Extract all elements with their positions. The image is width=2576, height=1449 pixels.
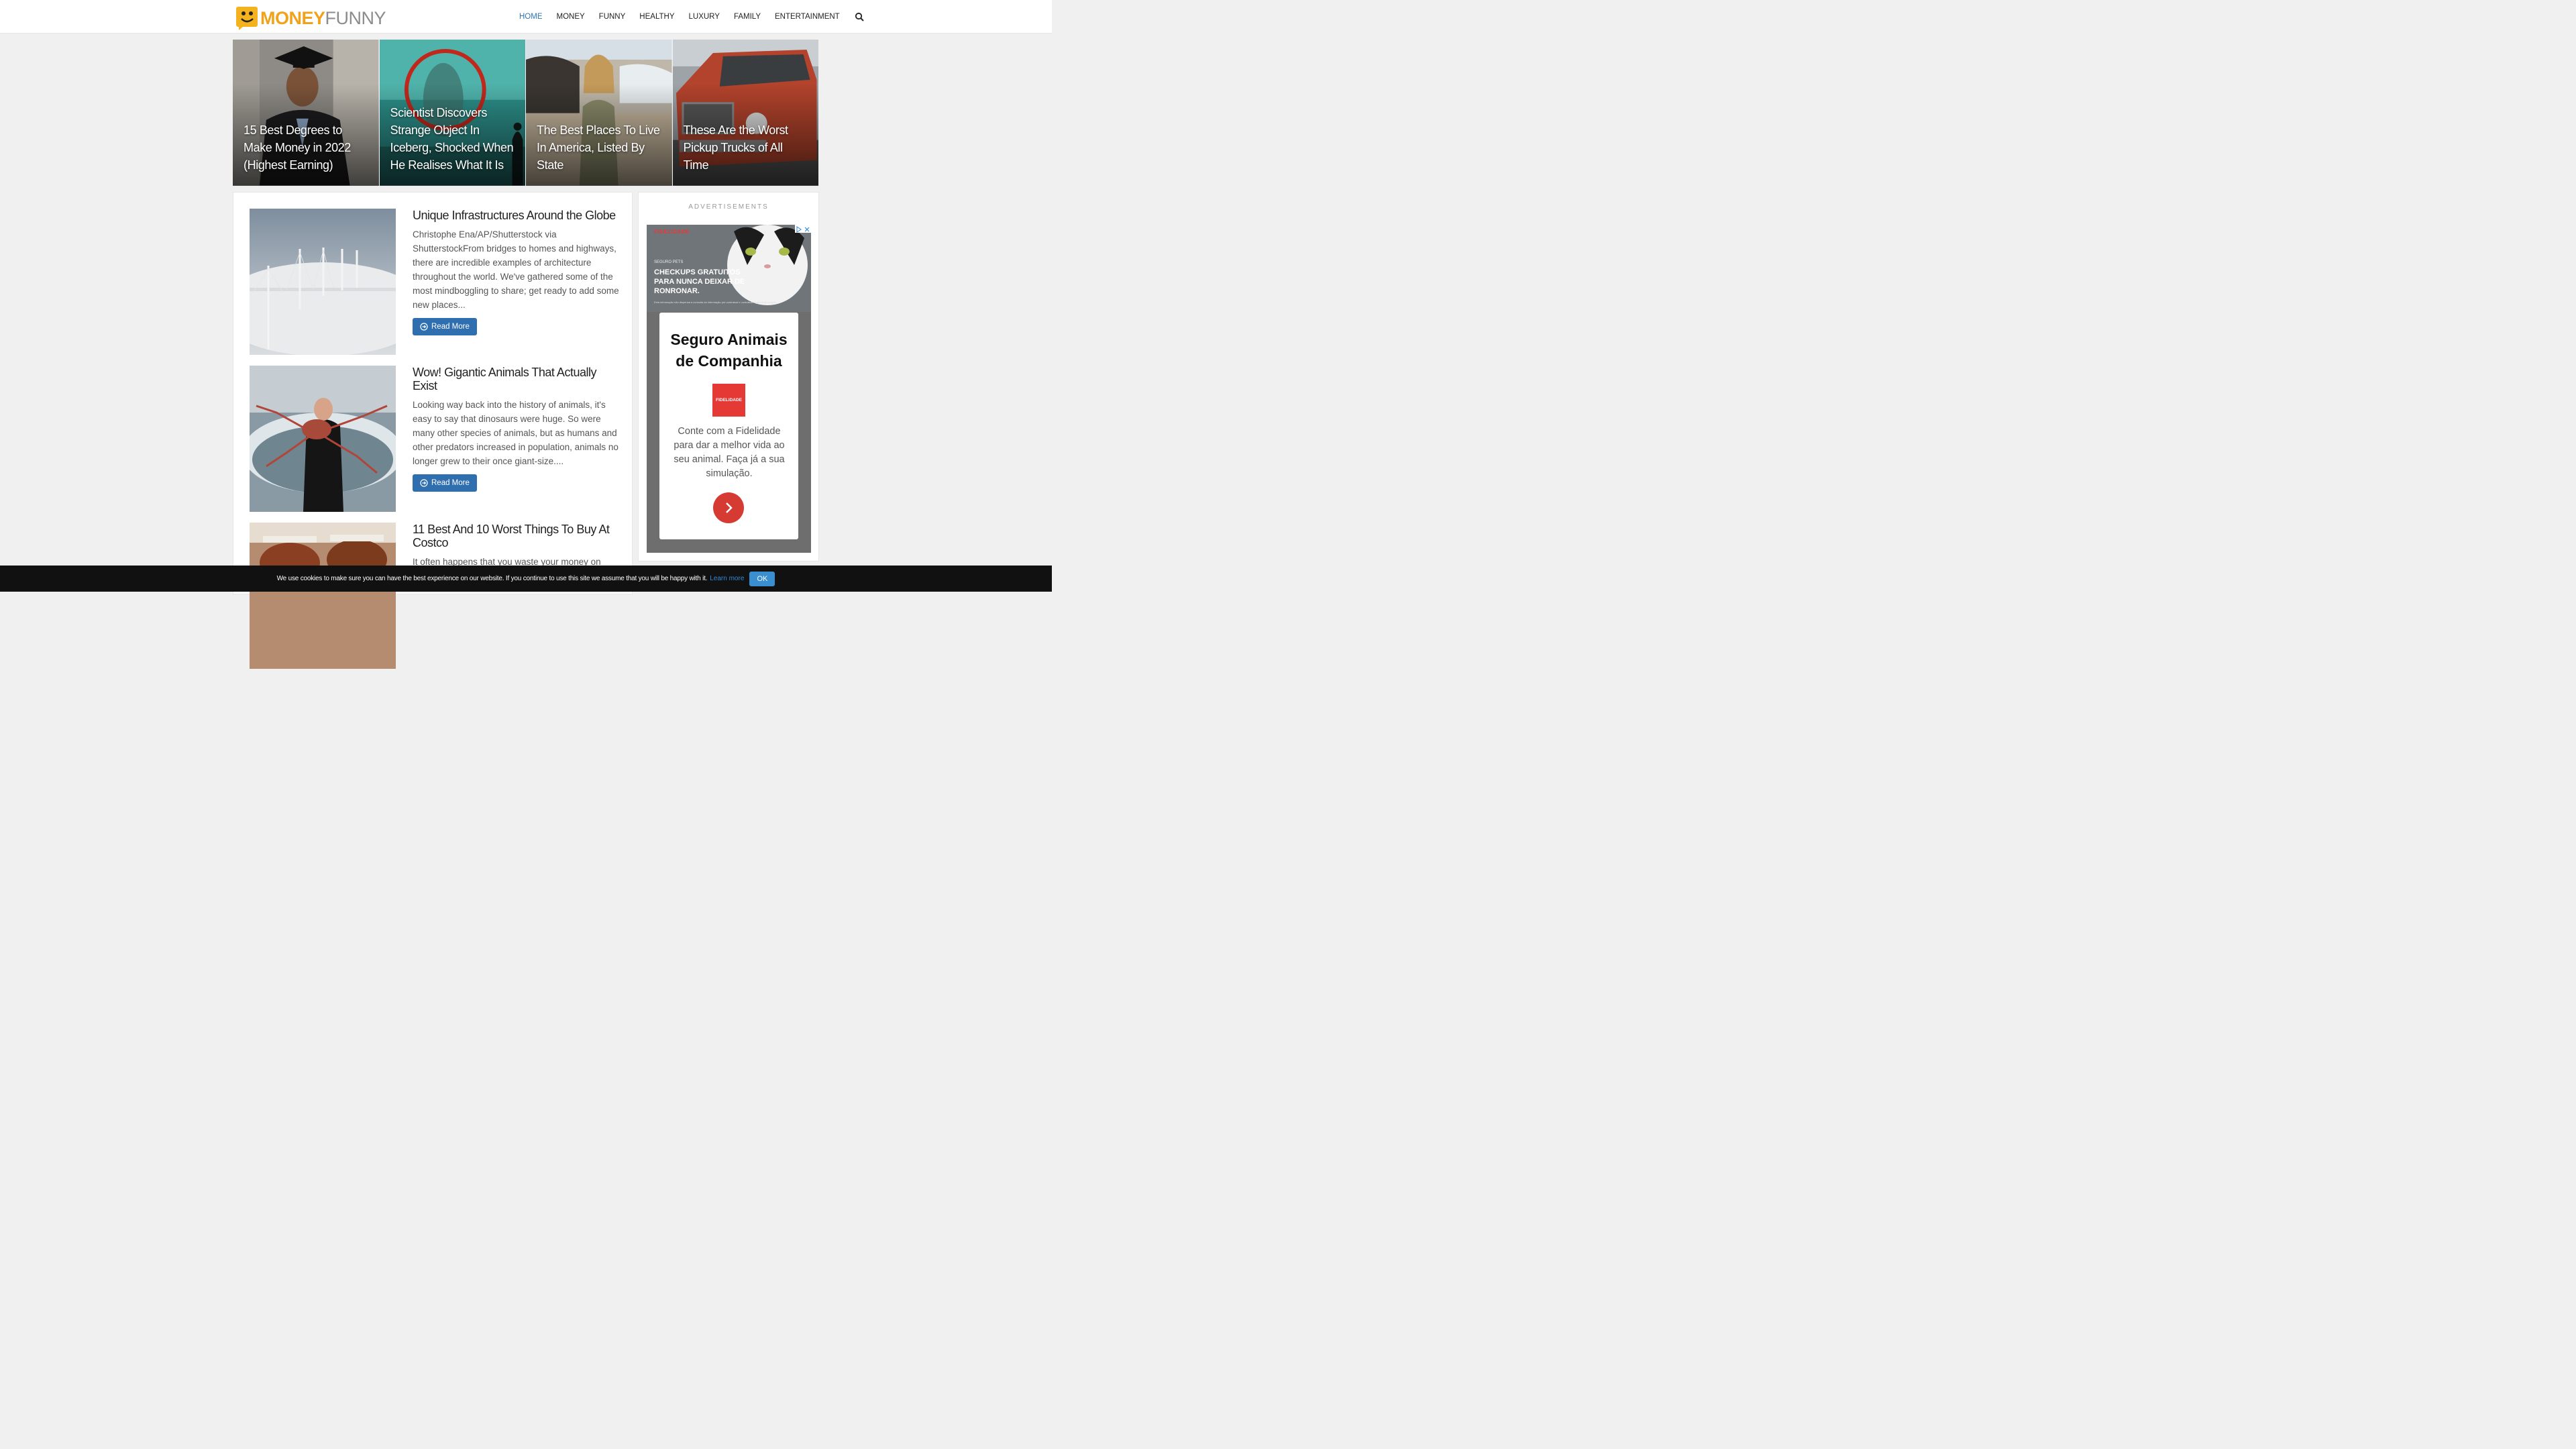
featured-card[interactable]: These Are the Worst Pickup Trucks of All…	[672, 40, 818, 186]
list-item: 11 Best And 10 Worst Things To Buy At Co…	[250, 523, 619, 669]
nav-family[interactable]: FAMILY	[734, 13, 761, 21]
article-title[interactable]: Unique Infrastructures Around the Globe	[413, 209, 621, 222]
logo-text-funny: FUNNY	[325, 7, 386, 28]
featured-title: Scientist Discovers Strange Object In Ic…	[390, 106, 514, 172]
ad-headline: CHECKUPS GRATUITOS PARA NUNCA DEIXAR DE …	[654, 268, 745, 295]
nav-money[interactable]: MONEY	[557, 13, 585, 21]
cookie-ok-button[interactable]: OK	[749, 571, 775, 586]
cookie-bar: We use cookies to make sure you can have…	[0, 566, 1052, 592]
search-icon[interactable]	[855, 12, 864, 21]
featured-card[interactable]: 15 Best Degrees to Make Money in 2022 (H…	[233, 40, 379, 186]
featured-title: 15 Best Degrees to Make Money in 2022 (H…	[244, 123, 351, 172]
read-more-label: Read More	[431, 323, 470, 331]
bridge-image	[250, 209, 396, 355]
ad-choices-icon[interactable]	[795, 225, 811, 233]
featured-title: These Are the Worst Pickup Trucks of All…	[683, 123, 789, 172]
nav-funny[interactable]: FUNNY	[599, 13, 626, 21]
article-list: Unique Infrastructures Around the Globe …	[233, 192, 633, 669]
article-image[interactable]	[250, 523, 396, 669]
article-image[interactable]	[250, 366, 396, 512]
ad-logo: FIDELIDADE	[712, 384, 745, 417]
ad-card: Seguro Animais de Companhia FIDELIDADE C…	[659, 313, 798, 539]
arrow-circle-icon	[420, 323, 428, 331]
cookie-learn-more-link[interactable]: Learn more	[710, 575, 744, 582]
crab-image	[250, 366, 396, 512]
site-logo[interactable]: MONEYFUNNY	[235, 5, 386, 31]
advertisement[interactable]: FIDELIDADE SEGURO PETS CHECKUPS GRATUITO…	[647, 225, 811, 553]
ad-kicker: SEGURO PETS	[654, 260, 684, 264]
cookie-text: We use cookies to make sure you can have…	[276, 575, 708, 582]
ad-card-title: Seguro Animais de Companhia	[670, 331, 788, 370]
read-more-button[interactable]: Read More	[413, 474, 477, 492]
featured-strip: 15 Best Degrees to Make Money in 2022 (H…	[233, 40, 818, 186]
chevron-right-icon	[726, 502, 733, 513]
list-item: Unique Infrastructures Around the Globe …	[250, 209, 619, 355]
featured-title: The Best Places To Live In America, List…	[537, 123, 660, 172]
nav-healthy[interactable]: HEALTHY	[639, 13, 674, 21]
ad-brand: FIDELIDADE	[654, 229, 690, 235]
nav-home[interactable]: HOME	[519, 13, 543, 21]
ad-next-button[interactable]	[713, 492, 744, 523]
article-excerpt: Christophe Ena/AP/Shutterstock via Shutt…	[413, 229, 619, 310]
logo-text-money: MONEY	[260, 7, 325, 28]
featured-card[interactable]: Scientist Discovers Strange Object In Ic…	[379, 40, 525, 186]
ad-card-text: Conte com a Fidelidade para dar a melhor…	[674, 426, 785, 479]
site-header: MONEYFUNNY HOME MONEY FUNNY HEALTHY LUXU…	[0, 0, 1052, 34]
list-item: Wow! Gigantic Animals That Actually Exis…	[250, 366, 619, 512]
smiley-logo-icon	[236, 7, 258, 30]
costco-image	[250, 523, 396, 669]
article-excerpt: Looking way back into the history of ani…	[413, 400, 619, 466]
main-nav: HOME MONEY FUNNY HEALTHY LUXURY FAMILY E…	[519, 0, 864, 34]
ads-label: ADVERTISEMENTS	[688, 203, 769, 211]
read-more-label: Read More	[431, 479, 470, 487]
sidebar: ADVERTISEMENTS FIDELIDADE SEGURO PETS CH…	[638, 192, 819, 561]
arrow-circle-icon	[420, 479, 428, 487]
article-title[interactable]: 11 Best And 10 Worst Things To Buy At Co…	[413, 523, 621, 549]
featured-card[interactable]: The Best Places To Live In America, List…	[526, 40, 672, 186]
read-more-button[interactable]: Read More	[413, 318, 477, 335]
ad-banner: FIDELIDADE SEGURO PETS CHECKUPS GRATUITO…	[647, 225, 811, 312]
article-title[interactable]: Wow! Gigantic Animals That Actually Exis…	[413, 366, 621, 392]
nav-entertainment[interactable]: ENTERTAINMENT	[775, 13, 840, 21]
nav-luxury[interactable]: LUXURY	[689, 13, 720, 21]
article-image[interactable]	[250, 209, 396, 355]
ad-disclaimer: Esta informação não dispensa a consulta …	[654, 301, 777, 304]
